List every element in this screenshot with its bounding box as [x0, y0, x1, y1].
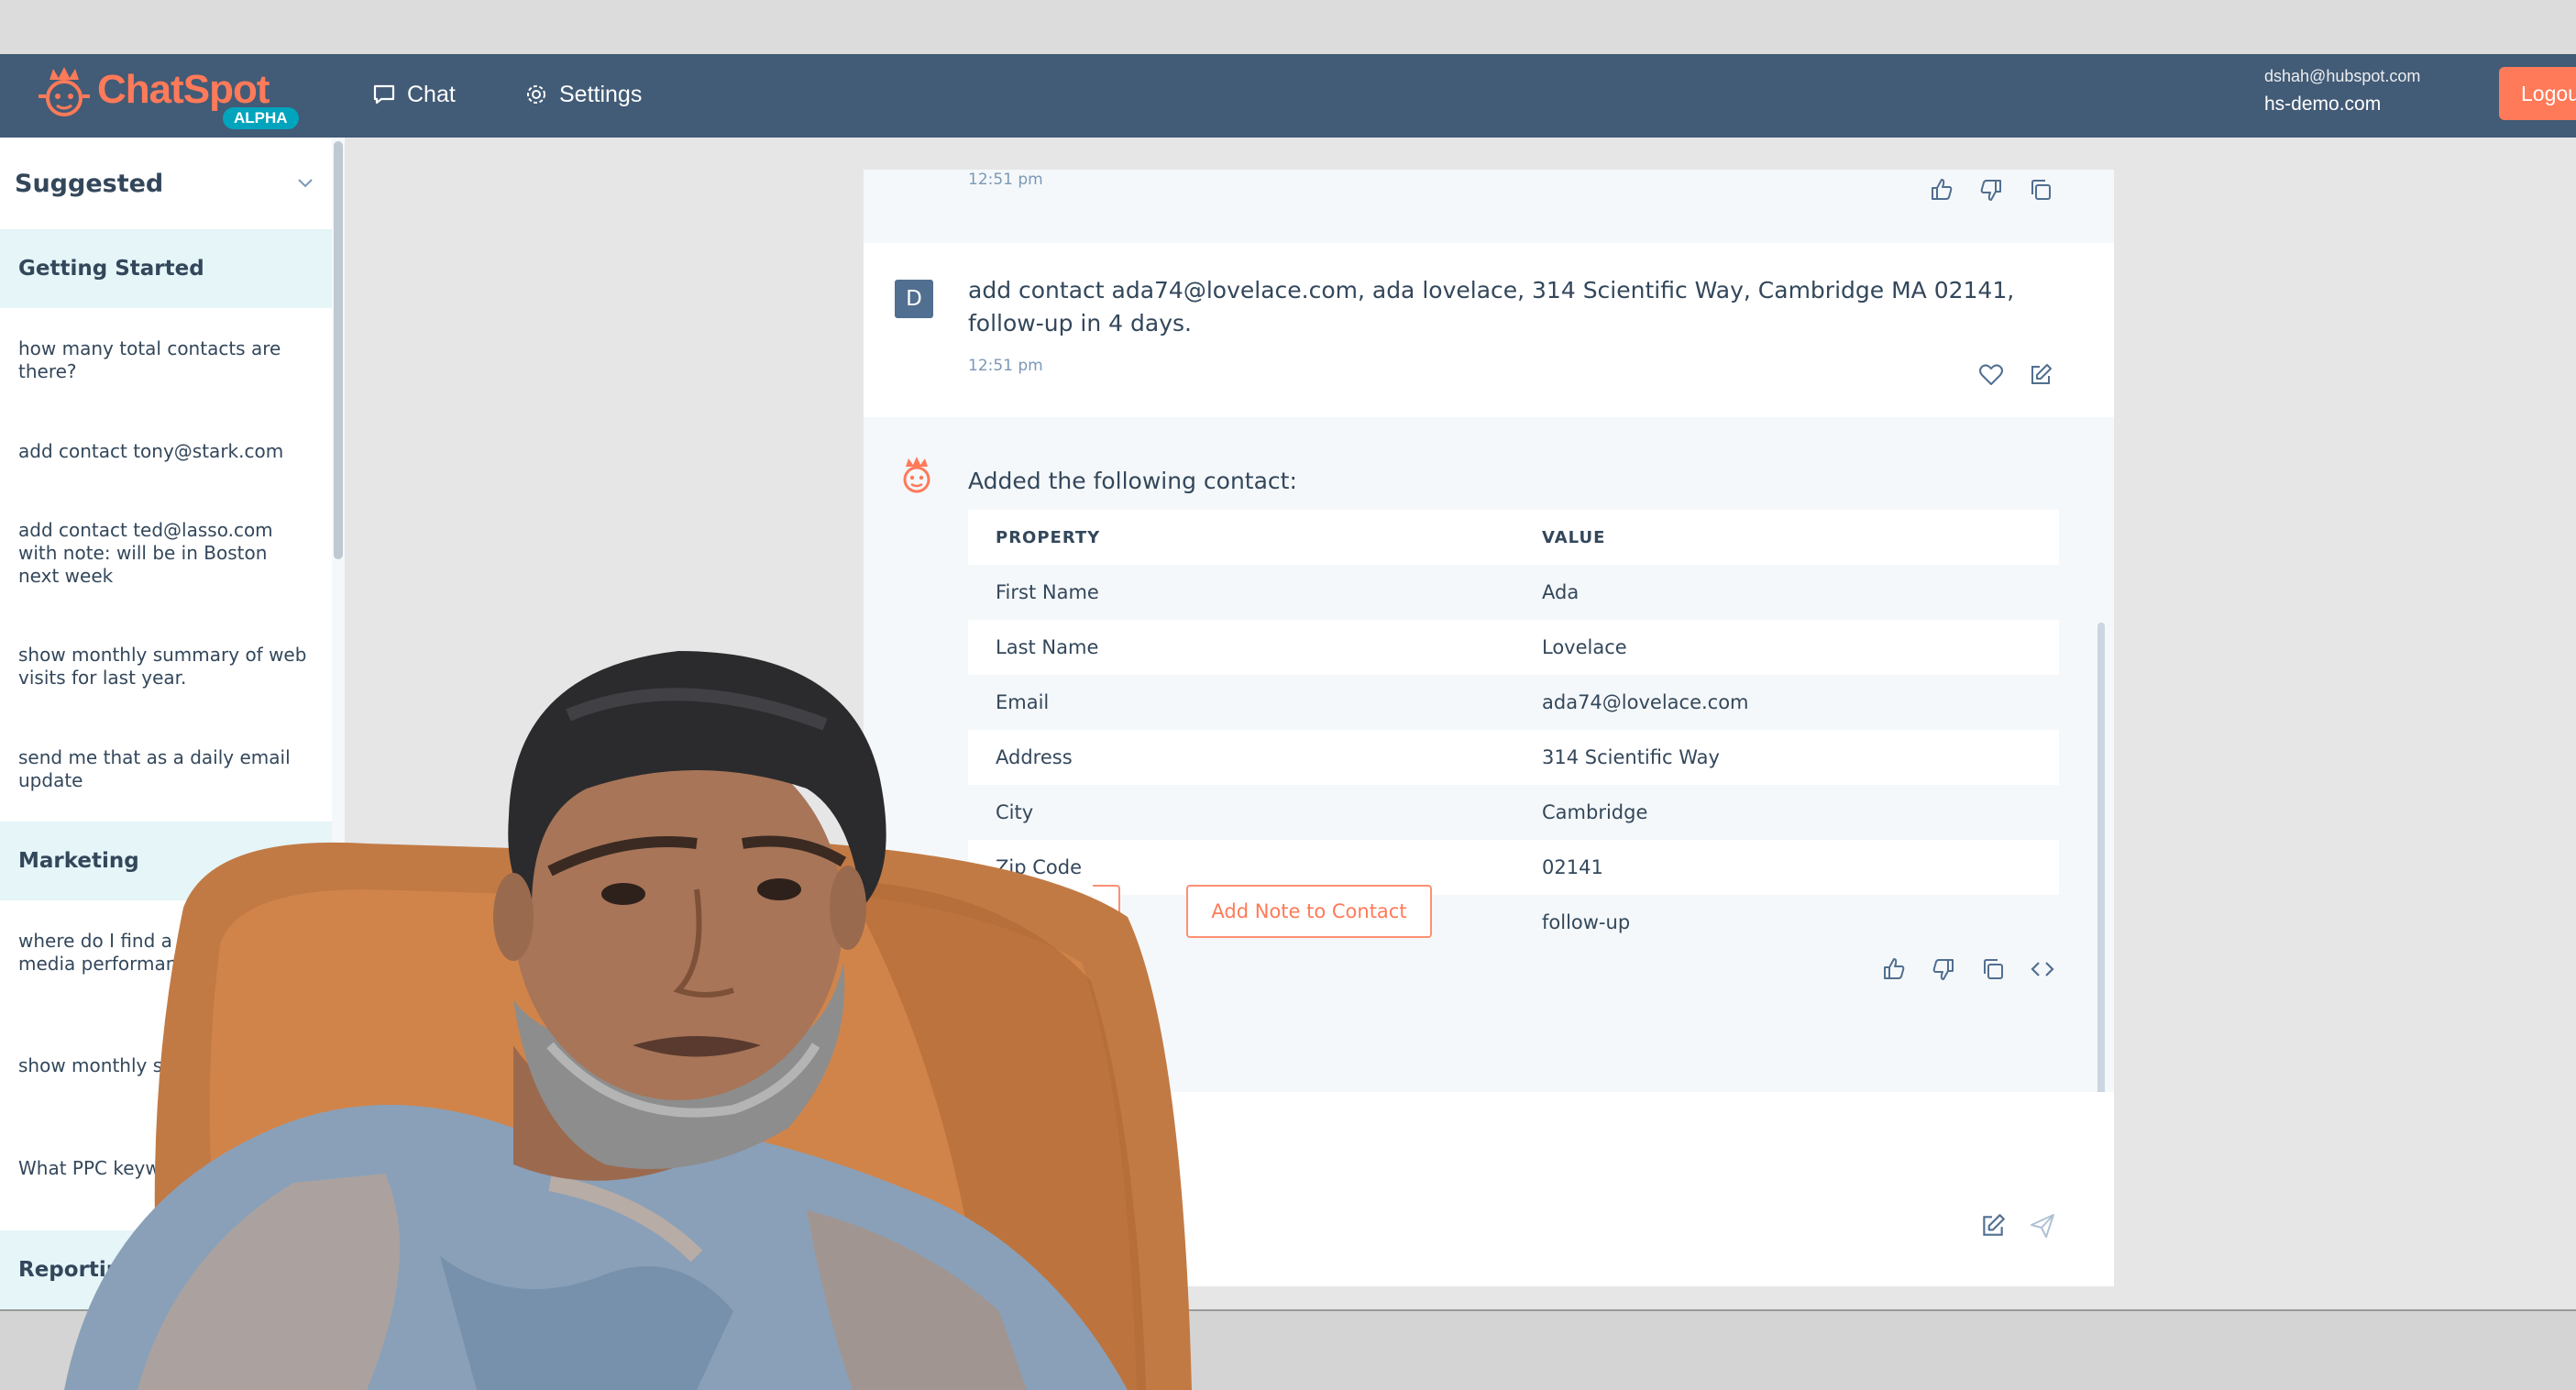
browser-top-strip [0, 0, 2576, 54]
chat-bubble-icon [373, 84, 395, 105]
send-icon[interactable] [2024, 1208, 2061, 1244]
column-header-value: VALUE [1542, 527, 1606, 547]
nav-settings-label: Settings [559, 81, 643, 107]
thumbs-up-icon[interactable] [1923, 171, 1960, 208]
user-email: dshah@hubspot.com [2264, 67, 2421, 85]
suggested-title: Suggested [15, 169, 164, 198]
edit-icon[interactable] [1975, 1208, 2011, 1244]
message-timestamp: 12:51 pm [968, 171, 1043, 189]
presenter-webcam-overlay [64, 651, 1192, 1390]
code-icon[interactable] [2024, 951, 2061, 987]
user-message: D add contact ada74@lovelace.com, ada lo… [864, 243, 2114, 417]
column-header-property: PROPERTY [996, 527, 1101, 547]
copy-icon[interactable] [1975, 951, 2011, 987]
thumbs-down-icon[interactable] [1973, 171, 2009, 208]
value-cell: 02141 [1542, 856, 1603, 878]
edit-icon[interactable] [2022, 357, 2059, 393]
section-getting-started[interactable]: Getting Started [0, 229, 332, 308]
logo-text: ChatSpot [97, 67, 270, 112]
value-cell: ada74@lovelace.com [1542, 691, 1749, 713]
heart-icon[interactable] [1973, 357, 2009, 393]
thumbs-down-icon[interactable] [1925, 951, 1962, 987]
logout-button[interactable]: Logou [2499, 67, 2576, 120]
suggestion-item[interactable]: how many total contacts are there? [0, 308, 332, 413]
chatspot-bot-icon [903, 457, 930, 493]
thumbs-up-icon[interactable] [1876, 951, 1912, 987]
nav-chat[interactable]: Chat [372, 76, 456, 113]
user-account-info[interactable]: dshah@hubspot.com hs-demo.com [2264, 67, 2420, 116]
user-avatar: D [895, 280, 933, 318]
gear-icon [527, 85, 545, 104]
table-row: First Name Ada [968, 565, 2059, 620]
previous-message-footer: 12:51 pm [864, 170, 2114, 243]
nav-chat-label: Chat [407, 81, 456, 107]
suggestion-item[interactable]: add contact tony@stark.com [0, 413, 332, 488]
table-header-row: PROPERTY VALUE [968, 510, 2059, 565]
copy-icon[interactable] [2022, 171, 2059, 208]
user-message-text: add contact ada74@lovelace.com, ada love… [968, 277, 2015, 336]
property-cell: First Name [996, 581, 1099, 603]
value-cell: Ada [1542, 581, 1580, 603]
portal-name: hs-demo.com [2264, 94, 2382, 115]
value-cell: 314 Scientific Way [1542, 746, 1720, 768]
value-cell: follow-up [1542, 911, 1631, 933]
suggestion-item[interactable]: add contact ted@lasso.com with note: wil… [0, 488, 332, 612]
alpha-badge: ALPHA [223, 107, 299, 129]
top-navbar: ChatSpot ALPHA Chat Settings dshah@hubsp… [0, 54, 2576, 138]
value-cell: Lovelace [1542, 636, 1627, 658]
chevron-down-icon [298, 179, 313, 188]
nav-settings[interactable]: Settings [524, 76, 642, 113]
message-timestamp: 12:51 pm [968, 357, 1043, 375]
chatspot-logo-icon [39, 67, 90, 116]
suggested-header[interactable]: Suggested [0, 138, 332, 229]
sidebar-scrollbar[interactable] [334, 141, 343, 559]
value-cell: Cambridge [1542, 801, 1648, 823]
chatspot-logo[interactable]: ChatSpot ALPHA [37, 58, 312, 135]
bot-message-text: Added the following contact: [968, 468, 1297, 494]
